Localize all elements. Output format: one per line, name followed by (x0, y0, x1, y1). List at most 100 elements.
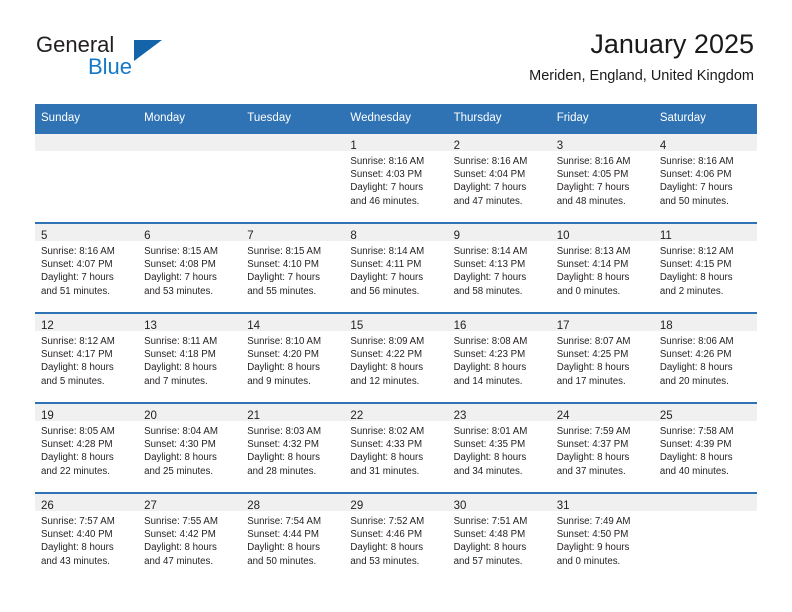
calendar-day-cell[interactable]: 28 Sunrise: 7:54 AM Sunset: 4:44 PM Dayl… (241, 492, 345, 582)
calendar-day-cell[interactable]: 9 Sunrise: 8:14 AM Sunset: 4:13 PM Dayli… (447, 222, 551, 313)
calendar-day-cell[interactable]: 27 Sunrise: 7:55 AM Sunset: 4:42 PM Dayl… (138, 492, 242, 582)
sunset-text: Sunset: 4:32 PM (247, 439, 319, 451)
day-number-band: 21 (241, 404, 345, 422)
calendar-day-cell[interactable]: 10 Sunrise: 8:13 AM Sunset: 4:14 PM Dayl… (550, 222, 654, 313)
calendar-day-cell[interactable]: 5 Sunrise: 8:16 AM Sunset: 4:07 PM Dayli… (35, 222, 139, 313)
calendar-day-cell[interactable] (653, 492, 757, 582)
calendar-day-cell[interactable]: 29 Sunrise: 7:52 AM Sunset: 4:46 PM Dayl… (344, 492, 448, 582)
daylight-text-line2: and 43 minutes. (41, 555, 110, 567)
daylight-text-line2: and 56 minutes. (350, 285, 420, 297)
calendar-day-cell[interactable]: 17 Sunrise: 8:07 AM Sunset: 4:25 PM Dayl… (550, 312, 654, 403)
sunrise-text: Sunrise: 7:55 AM (144, 516, 218, 527)
day-number-band: 25 (653, 404, 757, 422)
day-number: 6 (144, 230, 151, 242)
calendar-day-cell[interactable]: 12 Sunrise: 8:12 AM Sunset: 4:17 PM Dayl… (35, 312, 139, 403)
calendar-day-cell[interactable]: 8 Sunrise: 8:14 AM Sunset: 4:11 PM Dayli… (344, 222, 448, 313)
day-cell-inner: 25 Sunrise: 7:58 AM Sunset: 4:39 PM Dayl… (653, 404, 757, 492)
day-number: 3 (556, 140, 564, 152)
daylight-text-line2: and 40 minutes. (659, 465, 729, 477)
calendar-day-cell[interactable]: 22 Sunrise: 8:02 AM Sunset: 4:33 PM Dayl… (344, 402, 448, 493)
calendar-day-cell[interactable]: 15 Sunrise: 8:09 AM Sunset: 4:22 PM Dayl… (344, 312, 448, 403)
daylight-text-line1: Daylight: 7 hours (350, 182, 424, 194)
sunset-text: Sunset: 4:22 PM (350, 349, 423, 361)
calendar-day-cell[interactable]: 23 Sunrise: 8:01 AM Sunset: 4:35 PM Dayl… (447, 402, 551, 493)
calendar-day-cell[interactable]: 31 Sunrise: 7:49 AM Sunset: 4:50 PM Dayl… (550, 492, 654, 582)
sunrise-text: Sunrise: 7:49 AM (556, 516, 631, 527)
sunset-text: Sunset: 4:44 PM (247, 529, 319, 541)
sunset-text: Sunset: 4:05 PM (556, 169, 629, 181)
day-number: 13 (144, 320, 157, 332)
calendar-day-cell[interactable]: 11 Sunrise: 8:12 AM Sunset: 4:15 PM Dayl… (653, 222, 757, 313)
day-number: 4 (659, 140, 667, 152)
day-info: Sunrise: 7:54 AM Sunset: 4:44 PM Dayligh… (241, 511, 344, 568)
day-cell-inner: 16 Sunrise: 8:08 AM Sunset: 4:23 PM Dayl… (447, 314, 551, 402)
day-number: 10 (556, 230, 570, 242)
weekday-header-monday: Monday (138, 104, 242, 133)
daylight-text-line2: and 31 minutes. (350, 465, 420, 477)
day-cell-inner: 12 Sunrise: 8:12 AM Sunset: 4:17 PM Dayl… (35, 314, 139, 402)
calendar-day-cell[interactable]: 25 Sunrise: 7:58 AM Sunset: 4:39 PM Dayl… (653, 402, 757, 493)
day-number-band: 22 (344, 404, 448, 422)
sunrise-text: Sunrise: 8:04 AM (144, 426, 218, 437)
sunset-text: Sunset: 4:37 PM (556, 439, 629, 451)
calendar-day-cell[interactable] (35, 132, 139, 223)
calendar-day-cell[interactable] (138, 132, 242, 223)
calendar-day-cell[interactable]: 6 Sunrise: 8:15 AM Sunset: 4:08 PM Dayli… (138, 222, 242, 313)
day-info: Sunrise: 7:52 AM Sunset: 4:46 PM Dayligh… (344, 511, 447, 568)
day-cell-inner: 6 Sunrise: 8:15 AM Sunset: 4:08 PM Dayli… (138, 224, 242, 312)
calendar-day-cell[interactable]: 26 Sunrise: 7:57 AM Sunset: 4:40 PM Dayl… (35, 492, 139, 582)
day-number: 21 (247, 410, 261, 422)
calendar-week-row: 26 Sunrise: 7:57 AM Sunset: 4:40 PM Dayl… (35, 492, 757, 582)
day-number-band: 16 (447, 314, 551, 332)
day-number-band: 19 (35, 404, 139, 422)
calendar-day-cell[interactable]: 24 Sunrise: 7:59 AM Sunset: 4:37 PM Dayl… (550, 402, 654, 493)
sunset-text: Sunset: 4:07 PM (41, 259, 113, 271)
day-number: 18 (659, 320, 673, 332)
daylight-text-line1: Daylight: 8 hours (247, 362, 320, 374)
day-number-band: 11 (653, 224, 757, 242)
day-number-band: 12 (35, 314, 139, 332)
calendar-day-cell[interactable]: 3 Sunrise: 8:16 AM Sunset: 4:05 PM Dayli… (550, 132, 654, 223)
daylight-text-line2: and 46 minutes. (350, 195, 420, 207)
calendar-day-cell[interactable]: 30 Sunrise: 7:51 AM Sunset: 4:48 PM Dayl… (447, 492, 551, 582)
day-cell-inner (35, 134, 139, 222)
daylight-text-line1: Daylight: 7 hours (41, 272, 114, 284)
calendar-day-cell[interactable]: 16 Sunrise: 8:08 AM Sunset: 4:23 PM Dayl… (447, 312, 551, 403)
calendar-day-cell[interactable]: 7 Sunrise: 8:15 AM Sunset: 4:10 PM Dayli… (241, 222, 345, 313)
day-info: Sunrise: 8:16 AM Sunset: 4:06 PM Dayligh… (654, 151, 757, 208)
calendar-header-row-group: Sunday Monday Tuesday Wednesday Thursday… (35, 104, 757, 133)
general-blue-logo[interactable]: General Blue (36, 33, 236, 85)
daylight-text-line2: and 17 minutes. (556, 375, 626, 387)
daylight-text-line2: and 28 minutes. (247, 465, 317, 477)
day-number: 28 (247, 500, 261, 512)
day-cell-inner: 5 Sunrise: 8:16 AM Sunset: 4:07 PM Dayli… (35, 224, 139, 312)
day-cell-inner: 18 Sunrise: 8:06 AM Sunset: 4:26 PM Dayl… (653, 314, 757, 402)
sunrise-text: Sunrise: 8:09 AM (350, 336, 425, 347)
daylight-text-line1: Daylight: 8 hours (144, 362, 217, 374)
calendar-day-cell[interactable]: 13 Sunrise: 8:11 AM Sunset: 4:18 PM Dayl… (138, 312, 242, 403)
calendar-day-cell[interactable]: 1 Sunrise: 8:16 AM Sunset: 4:03 PM Dayli… (344, 132, 448, 223)
daylight-text-line2: and 47 minutes. (453, 195, 523, 207)
calendar-day-cell[interactable]: 14 Sunrise: 8:10 AM Sunset: 4:20 PM Dayl… (241, 312, 345, 403)
sunset-text: Sunset: 4:39 PM (659, 439, 732, 451)
title-block: January 2025 Meriden, England, United Ki… (529, 28, 754, 86)
day-info: Sunrise: 8:01 AM Sunset: 4:35 PM Dayligh… (448, 421, 551, 478)
day-cell-inner: 14 Sunrise: 8:10 AM Sunset: 4:20 PM Dayl… (241, 314, 345, 402)
sunset-text: Sunset: 4:18 PM (144, 349, 216, 361)
daylight-text-line1: Daylight: 7 hours (659, 182, 733, 194)
calendar-day-cell[interactable]: 2 Sunrise: 8:16 AM Sunset: 4:04 PM Dayli… (447, 132, 551, 223)
day-cell-inner (241, 134, 345, 222)
day-number: 29 (350, 500, 364, 512)
calendar-day-cell[interactable] (241, 132, 345, 223)
calendar-day-cell[interactable]: 20 Sunrise: 8:04 AM Sunset: 4:30 PM Dayl… (138, 402, 242, 493)
day-cell-inner: 26 Sunrise: 7:57 AM Sunset: 4:40 PM Dayl… (35, 494, 139, 582)
day-info: Sunrise: 8:02 AM Sunset: 4:33 PM Dayligh… (344, 421, 447, 478)
calendar-day-cell[interactable]: 19 Sunrise: 8:05 AM Sunset: 4:28 PM Dayl… (35, 402, 139, 493)
calendar-day-cell[interactable]: 4 Sunrise: 8:16 AM Sunset: 4:06 PM Dayli… (653, 132, 757, 223)
calendar-day-cell[interactable]: 21 Sunrise: 8:03 AM Sunset: 4:32 PM Dayl… (241, 402, 345, 493)
weekday-header-sunday: Sunday (35, 104, 139, 133)
daylight-text-line1: Daylight: 8 hours (453, 362, 527, 374)
day-cell-inner: 23 Sunrise: 8:01 AM Sunset: 4:35 PM Dayl… (447, 404, 551, 492)
sunrise-text: Sunrise: 8:15 AM (144, 246, 218, 257)
calendar-day-cell[interactable]: 18 Sunrise: 8:06 AM Sunset: 4:26 PM Dayl… (653, 312, 757, 403)
